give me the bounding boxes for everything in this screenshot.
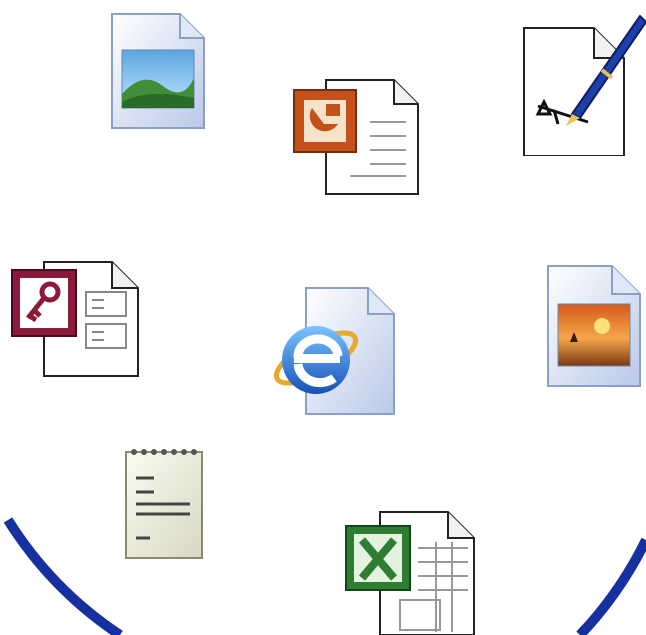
excel-file-icon[interactable] bbox=[344, 508, 484, 635]
signature-file-icon[interactable] bbox=[518, 6, 646, 156]
photo-file-icon[interactable] bbox=[544, 262, 644, 390]
powerpoint-file-icon[interactable] bbox=[290, 76, 430, 198]
icon-collage bbox=[0, 0, 646, 635]
access-file-icon[interactable] bbox=[8, 258, 148, 380]
image-file-icon[interactable] bbox=[108, 10, 208, 132]
notepad-file-icon[interactable] bbox=[120, 440, 210, 564]
internet-explorer-file-icon[interactable] bbox=[268, 280, 408, 420]
